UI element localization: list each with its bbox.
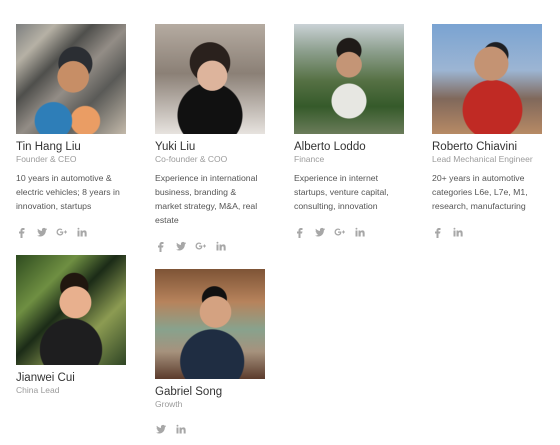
team-member-name: Alberto Loddo: [294, 141, 366, 153]
team-member-card: Jianwei Cui China Lead: [16, 255, 126, 396]
team-member-bio: Experience in internet startups, venture…: [294, 173, 389, 211]
linkedin-icon[interactable]: [452, 226, 464, 238]
team-member-role: Finance: [294, 154, 325, 164]
linkedin-icon[interactable]: [354, 226, 366, 238]
linkedin-icon[interactable]: [215, 240, 227, 252]
team-member-role: Growth: [155, 399, 183, 409]
team-member-photo: [155, 24, 265, 134]
facebook-icon[interactable]: [432, 226, 444, 238]
team-member-photo: [16, 255, 126, 365]
team-member-bio: 10 years in automotive & electric vehicl…: [16, 173, 120, 211]
team-member-bio: 20+ years in automotive categories L6e, …: [432, 173, 528, 211]
linkedin-icon[interactable]: [76, 226, 88, 238]
linkedin-icon[interactable]: [175, 423, 187, 435]
team-member-photo: [155, 269, 265, 379]
social-links: [16, 225, 126, 239]
facebook-icon[interactable]: [294, 226, 306, 238]
team-member-bio: Experience in international business, br…: [155, 173, 258, 225]
team-member-photo: [294, 24, 404, 134]
twitter-icon[interactable]: [314, 226, 326, 238]
google-plus-icon[interactable]: [56, 226, 68, 238]
team-member-name: Roberto Chiavini: [432, 141, 518, 153]
team-member-card: Yuki Liu Co-founder & COO Experience in …: [155, 24, 265, 253]
google-plus-icon[interactable]: [195, 240, 207, 252]
twitter-icon[interactable]: [36, 226, 48, 238]
team-member-name: Gabriel Song: [155, 386, 223, 398]
team-member-name: Jianwei Cui: [16, 372, 75, 384]
team-member-card: Roberto Chiavini Lead Mechanical Enginee…: [432, 24, 542, 239]
team-member-role: Founder & CEO: [16, 154, 77, 164]
team-member-role: China Lead: [16, 385, 60, 395]
google-plus-icon[interactable]: [334, 226, 346, 238]
social-links: [155, 239, 265, 253]
team-member-name: Yuki Liu: [155, 141, 196, 153]
social-links: [155, 422, 265, 436]
facebook-icon[interactable]: [155, 240, 167, 252]
team-member-name: Tin Hang Liu: [16, 141, 81, 153]
social-links: [294, 225, 404, 239]
facebook-icon[interactable]: [16, 226, 28, 238]
twitter-icon[interactable]: [175, 240, 187, 252]
team-member-role: Co-founder & COO: [155, 154, 228, 164]
twitter-icon[interactable]: [155, 423, 167, 435]
team-member-photo: [16, 24, 126, 134]
team-member-role: Lead Mechanical Engineer: [432, 154, 533, 164]
team-member-photo: [432, 24, 542, 134]
team-member-card: Tin Hang Liu Founder & CEO 10 years in a…: [16, 24, 126, 239]
team-member-card: Gabriel Song Growth: [155, 269, 265, 436]
team-member-card: Alberto Loddo Finance Experience in inte…: [294, 24, 404, 239]
social-links: [432, 225, 542, 239]
